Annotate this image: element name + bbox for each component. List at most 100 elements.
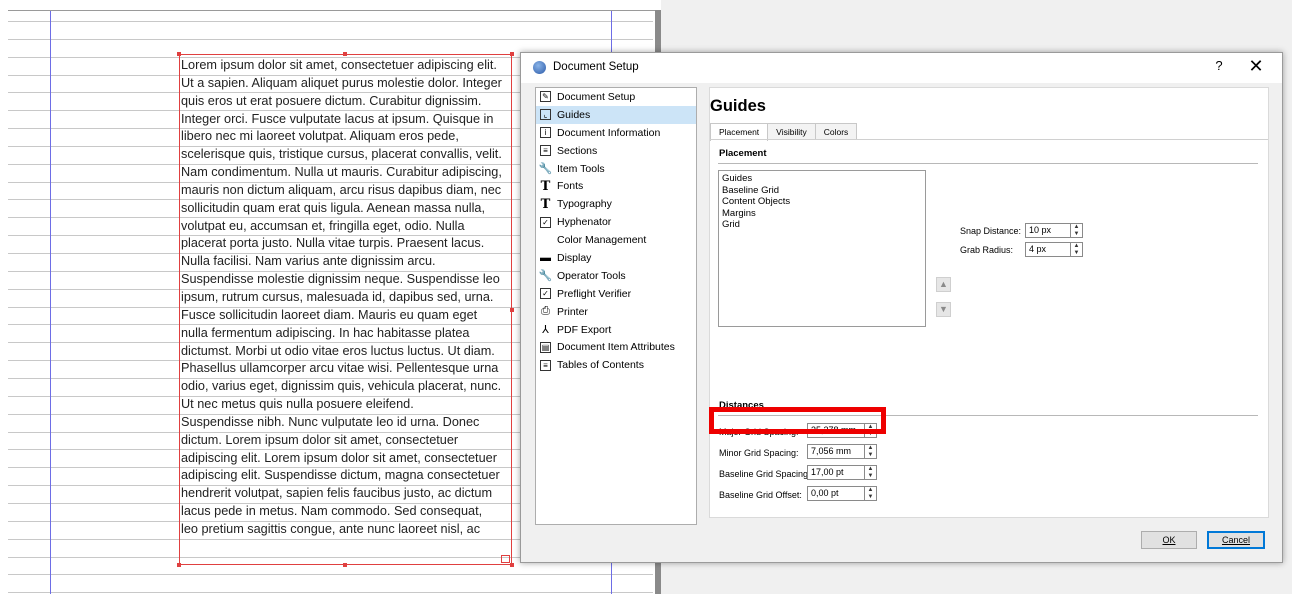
frame-text-line: leo pretium sagittis congue, ante nunc l… [181,521,481,536]
move-down-button[interactable]: ▼ [936,302,951,317]
spinner-arrows-icon[interactable]: ▲ ▼ [865,487,876,500]
minor-grid-label: Minor Grid Spacing: [719,448,799,458]
ok-button[interactable]: OK [1141,531,1197,549]
sidebar-item-display[interactable]: ▬ Display [536,249,696,267]
help-button[interactable]: ? [1212,58,1226,73]
sidebar-item-label: Display [557,251,592,264]
app-logo-icon [533,61,546,74]
frame-text-line: dictumst. Morbi ut odio vitae eros luctu… [181,343,495,358]
frame-handle-top-left[interactable] [177,52,181,56]
sidebar-item-label: PDF Export [557,323,612,336]
close-button[interactable]: ✕ [1247,56,1265,77]
sidebar-item-label: Operator Tools [557,269,626,282]
frame-text-line: quis eros ut erat posuere dictum. Curabi… [181,93,482,108]
sidebar-item-preflight-verifier[interactable]: ✓ Preflight Verifier [536,285,696,303]
sidebar-item-pdf-export[interactable]: ⅄ PDF Export [536,321,696,339]
list-item[interactable]: Grid [722,219,922,231]
dialog-titlebar[interactable]: Document Setup ? ✕ [521,53,1282,83]
sidebar-item-label: Tables of Contents [557,359,644,372]
sidebar-item-printer[interactable]: ⎙ Printer [536,303,696,321]
sidebar-item-sections[interactable]: ≡ Sections [536,142,696,160]
frame-text-line: Suspendisse nibh. Nunc vulputate leo id … [181,414,480,429]
list-item[interactable]: Guides [722,173,922,185]
sidebar-item-document-setup[interactable]: ✎ Document Setup [536,88,696,106]
baseline-grid-spacing-field[interactable]: 17,00 pt ▲ ▼ [807,465,877,480]
frame-text-line: Ut nec metus quis nulla posuere eleifend… [181,397,414,412]
sidebar-item-label: Preflight Verifier [557,287,632,300]
sidebar-item-label: Typography [557,198,612,211]
minor-grid-field[interactable]: 7,056 mm ▲ ▼ [807,444,877,459]
frame-text-line: odio, varius eget, dignissim quis, vehic… [181,379,502,394]
sidebar-item-document-information[interactable]: i Document Information [536,124,696,142]
frame-text-line: Suspendisse molestie dignissim neque. Su… [181,272,500,287]
sidebar-item-label: Sections [557,144,598,157]
baseline-grid-spacing-label: Baseline Grid Spacing: [719,469,811,479]
list-item[interactable]: Content Objects [722,196,922,208]
snap-distance-field[interactable]: 10 px ▲ ▼ [1025,223,1083,238]
minor-grid-value[interactable]: 7,056 mm [808,445,865,458]
frame-text-line: placerat porta justo. Nulla vitae turpis… [181,236,485,251]
frame-text-line: nulla fermentum adipiscing. In hac habit… [181,325,470,340]
color-management-icon [540,235,551,246]
frame-text-line: Fusce sollicitudin laoreet diam. Mauris … [181,307,478,322]
tab-colors[interactable]: Colors [814,123,858,140]
sidebar-item-hyphenator[interactable]: ✓ Hyphenator [536,213,696,231]
baseline-grid-line [8,574,653,575]
guide-order-list[interactable]: Guides Baseline Grid Content Objects Mar… [718,170,926,327]
frame-text-line: adipiscing elit. Lorem ipsum dolor sit a… [181,450,497,465]
document-setup-icon: ✎ [540,91,551,103]
frame-text-line: Nulla facilisi. Nam varius ante dignissi… [181,254,436,269]
placement-heading: Placement [719,148,767,159]
grab-radius-value[interactable]: 4 px [1026,243,1071,256]
sidebar-item-label: Document Setup [557,90,636,103]
frame-text-line: Lorem ipsum dolor sit amet, consectetuer… [181,58,497,72]
spinner-arrows-icon[interactable]: ▲ ▼ [1071,224,1082,237]
sidebar-item-guides[interactable]: ⌞ Guides [536,105,696,124]
frame-text-content: Lorem ipsum dolor sit amet, consectetuer… [181,57,512,539]
sidebar-item-color-management[interactable]: Color Management [536,231,696,249]
frame-text-line: Phasellus ullamcorper arcu vitae wisi. P… [181,361,499,376]
sidebar-item-document-item-attributes[interactable]: ▤ Document Item Attributes [536,338,696,356]
frame-handle-top-right[interactable] [510,52,514,56]
spinner-arrows-icon[interactable]: ▲ ▼ [865,466,876,479]
page-title: Guides [710,97,766,115]
move-up-button[interactable]: ▲ [936,277,951,292]
frame-handle-bottom[interactable] [343,563,347,567]
sidebar-item-label: Guides [557,108,591,121]
text-overflow-icon[interactable] [501,555,510,563]
frame-text-line: mauris non dictum aliquam, arcu risus da… [181,182,502,197]
sidebar-item-fonts[interactable]: T Fonts [536,177,696,195]
sidebar-item-operator-tools[interactable]: 🔧 Operator Tools [536,267,696,285]
baseline-grid-offset-field[interactable]: 0,00 pt ▲ ▼ [807,486,877,501]
baseline-grid-line [8,592,653,593]
snap-distance-value[interactable]: 10 px [1026,224,1071,237]
frame-text-line: dictum. Lorem ipsum dolor sit amet, cons… [181,432,459,447]
baseline-grid-offset-value[interactable]: 0,00 pt [808,487,865,500]
cancel-button[interactable]: Cancel [1207,531,1265,549]
sidebar-item-label: Fonts [557,180,584,193]
frame-handle-bottom-right[interactable] [510,563,514,567]
sidebar-item-typography[interactable]: T Typography [536,195,696,213]
frame-handle-bottom-left[interactable] [177,563,181,567]
font-icon: T [540,178,551,194]
dialog-title: Document Setup [553,61,639,73]
placement-tab-panel: Placement Guides Baseline Grid Content O… [710,139,1268,520]
frame-text-line: Nam condimentum. Nulla ut mauris. Curabi… [181,165,502,180]
sidebar-item-tables-of-contents[interactable]: ≡ Tables of Contents [536,356,696,374]
sidebar-item-item-tools[interactable]: 🔧 Item Tools [536,160,696,178]
grab-radius-field[interactable]: 4 px ▲ ▼ [1025,242,1083,257]
attributes-icon: ▤ [540,341,551,353]
info-icon: i [540,127,551,139]
spinner-arrows-icon[interactable]: ▲ ▼ [865,445,876,458]
list-item[interactable]: Margins [722,208,922,220]
toc-icon: ≡ [540,359,551,371]
tab-visibility[interactable]: Visibility [767,123,816,140]
spinner-arrows-icon[interactable]: ▲ ▼ [1071,243,1082,256]
baseline-grid-spacing-value[interactable]: 17,00 pt [808,466,865,479]
snap-distance-label: Snap Distance: [960,226,1022,236]
frame-handle-top[interactable] [343,52,347,56]
list-item[interactable]: Baseline Grid [722,185,922,197]
baseline-grid-line [8,39,653,40]
sidebar-item-label: Hyphenator [557,216,612,229]
baseline-grid-line [8,21,653,22]
